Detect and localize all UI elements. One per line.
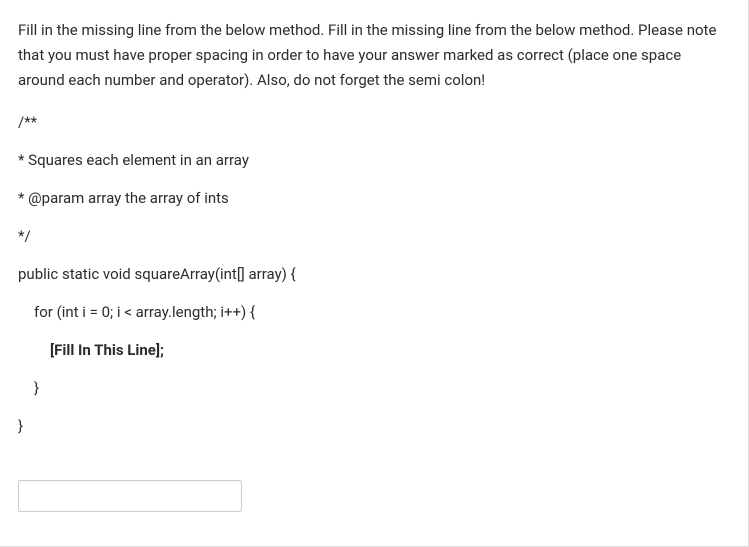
- code-close-method: }: [18, 414, 728, 438]
- code-close-for: }: [18, 376, 728, 400]
- instruction-text: Fill in the missing line from the below …: [18, 18, 728, 92]
- code-for-loop: for (int i = 0; i < array.length; i++) {: [18, 300, 728, 324]
- code-comment-close: */: [18, 224, 728, 248]
- code-fill-in-line: [Fill In This Line];: [18, 338, 728, 362]
- answer-input[interactable]: [18, 480, 242, 512]
- code-comment-open: /**: [18, 110, 728, 134]
- code-method-signature: public static void squareArray(int[] arr…: [18, 262, 728, 286]
- code-comment-param: * @param array the array of ints: [18, 186, 728, 210]
- code-comment-desc: * Squares each element in an array: [18, 148, 728, 172]
- question-container: Fill in the missing line from the below …: [0, 0, 749, 547]
